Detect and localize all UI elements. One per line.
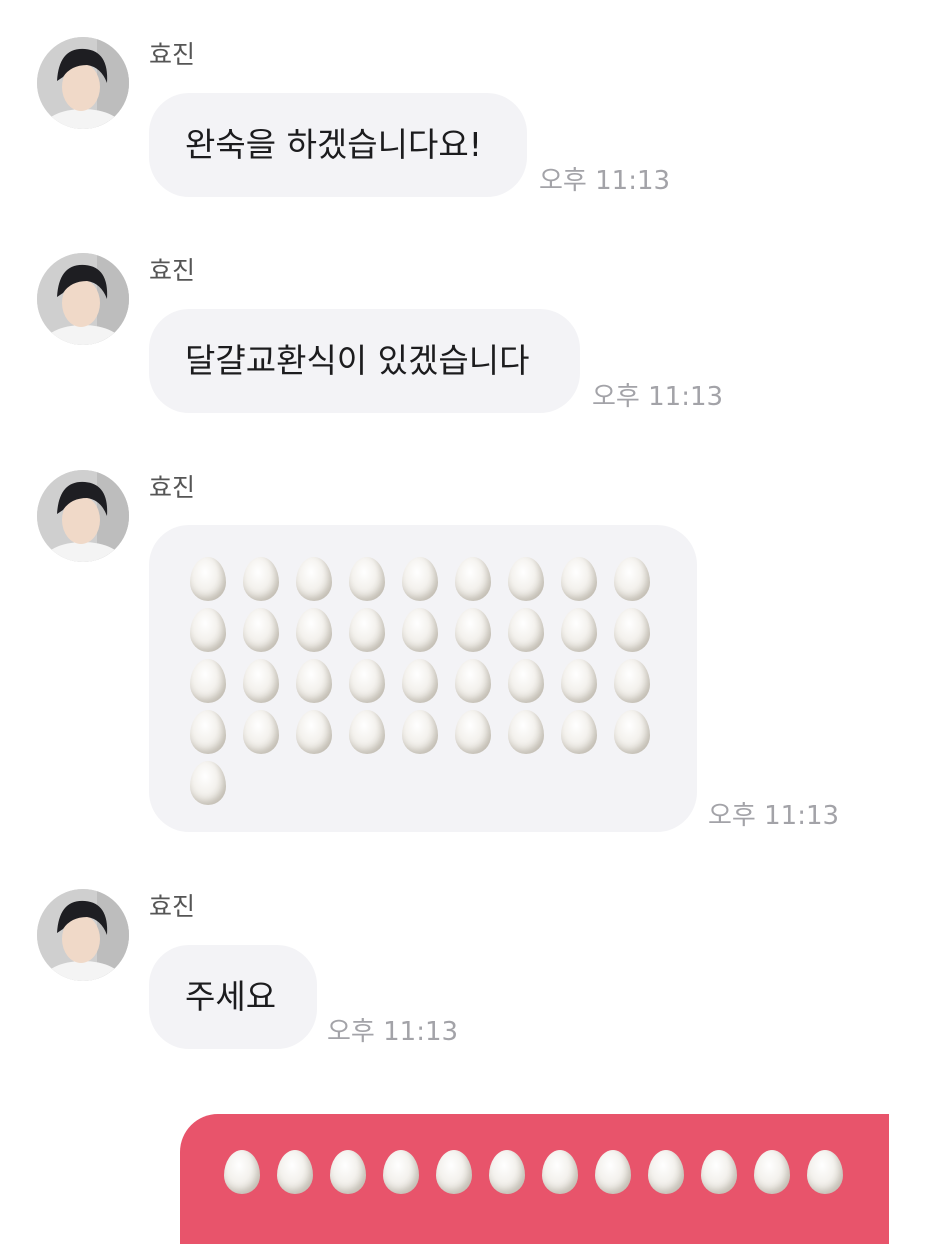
sender-name: 효진 (149, 40, 196, 69)
avatar[interactable] (37, 37, 129, 129)
egg-emoji (383, 1150, 419, 1194)
egg-emoji (614, 557, 650, 601)
egg-emoji (296, 608, 332, 652)
egg-emoji (402, 710, 438, 754)
egg-emoji (508, 710, 544, 754)
egg-emoji (402, 659, 438, 703)
egg-emoji (349, 710, 385, 754)
egg-emoji (402, 557, 438, 601)
egg-emoji (296, 557, 332, 601)
egg-emoji (614, 608, 650, 652)
avatar[interactable] (37, 889, 129, 981)
egg-emoji (402, 608, 438, 652)
egg-message-bubble[interactable] (149, 525, 697, 832)
message-time: 오후 11:13 (327, 1017, 459, 1047)
egg-emoji (243, 659, 279, 703)
egg-emoji (296, 710, 332, 754)
egg-emoji (614, 659, 650, 703)
egg-emoji (455, 608, 491, 652)
message-time: 오후 11:13 (539, 166, 671, 196)
egg-emoji (277, 1150, 313, 1194)
egg-emoji (455, 659, 491, 703)
egg-emoji (455, 710, 491, 754)
message-text: 주세요 (185, 977, 277, 1016)
egg-emoji (190, 761, 226, 805)
egg-emoji (648, 1150, 684, 1194)
egg-emoji (807, 1150, 843, 1194)
egg-emoji (296, 659, 332, 703)
egg-emoji (243, 557, 279, 601)
egg-emoji (561, 659, 597, 703)
egg-emoji (190, 557, 226, 601)
message-time: 오후 11:13 (592, 382, 724, 412)
avatar[interactable] (37, 253, 129, 345)
egg-emoji (224, 1150, 260, 1194)
egg-emoji (561, 608, 597, 652)
egg-emoji (489, 1150, 525, 1194)
sender-name: 효진 (149, 473, 196, 502)
message-text: 완숙을 하겠습니다요! (185, 125, 482, 164)
egg-emoji (508, 557, 544, 601)
sender-name: 효진 (149, 256, 196, 285)
avatar[interactable] (37, 470, 129, 562)
egg-emoji (508, 608, 544, 652)
sent-message-bubble[interactable] (180, 1114, 889, 1244)
egg-emoji (330, 1150, 366, 1194)
egg-emoji (349, 608, 385, 652)
egg-emoji (349, 659, 385, 703)
egg-emoji (243, 608, 279, 652)
message-bubble[interactable]: 주세요 (149, 945, 317, 1049)
egg-emoji (614, 710, 650, 754)
egg-emoji (455, 557, 491, 601)
message-bubble[interactable]: 달걀교환식이 있겠습니다 (149, 309, 580, 413)
egg-emoji (190, 608, 226, 652)
egg-emoji (436, 1150, 472, 1194)
sender-name: 효진 (149, 892, 196, 921)
egg-emoji (561, 557, 597, 601)
egg-emoji (595, 1150, 631, 1194)
message-time: 오후 11:13 (708, 801, 840, 831)
egg-emoji (701, 1150, 737, 1194)
egg-emoji (190, 710, 226, 754)
egg-emoji (508, 659, 544, 703)
egg-emoji (561, 710, 597, 754)
message-text: 달걀교환식이 있겠습니다 (185, 341, 530, 380)
egg-emoji (243, 710, 279, 754)
egg-emoji (542, 1150, 578, 1194)
message-bubble[interactable]: 완숙을 하겠습니다요! (149, 93, 527, 197)
egg-emoji (349, 557, 385, 601)
egg-emoji (754, 1150, 790, 1194)
egg-emoji (190, 659, 226, 703)
